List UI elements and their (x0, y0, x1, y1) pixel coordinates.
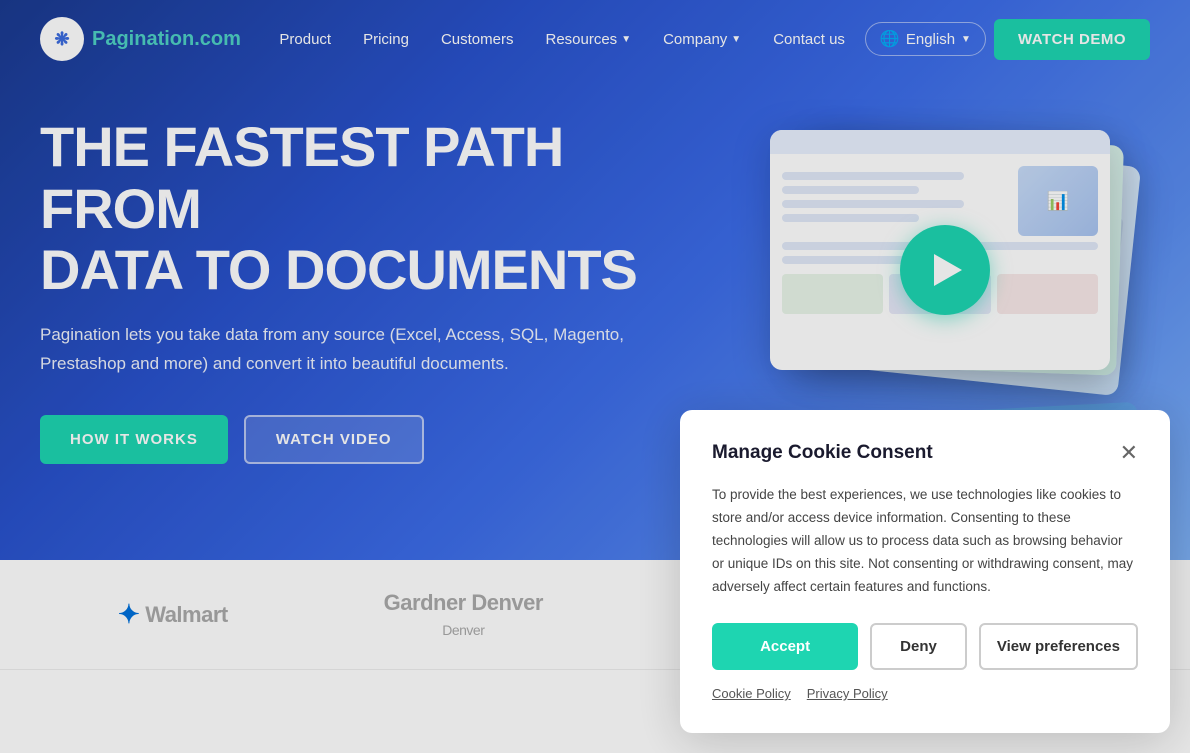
cookie-accept-button[interactable]: Accept (712, 623, 858, 670)
cookie-modal: Manage Cookie Consent ✕ To provide the b… (680, 410, 1170, 733)
privacy-policy-link[interactable]: Privacy Policy (807, 686, 888, 701)
cookie-header: Manage Cookie Consent ✕ (712, 442, 1138, 464)
cookie-deny-button[interactable]: Deny (870, 623, 967, 670)
cookie-body-text: To provide the best experiences, we use … (712, 484, 1138, 599)
cookie-close-button[interactable]: ✕ (1120, 442, 1138, 464)
cookie-overlay: Manage Cookie Consent ✕ To provide the b… (0, 0, 1190, 753)
cookie-actions: Accept Deny View preferences (712, 623, 1138, 670)
cookie-policy-link[interactable]: Cookie Policy (712, 686, 791, 701)
cookie-footer: Cookie Policy Privacy Policy (712, 686, 1138, 701)
cookie-preferences-button[interactable]: View preferences (979, 623, 1138, 670)
cookie-title: Manage Cookie Consent (712, 442, 933, 464)
